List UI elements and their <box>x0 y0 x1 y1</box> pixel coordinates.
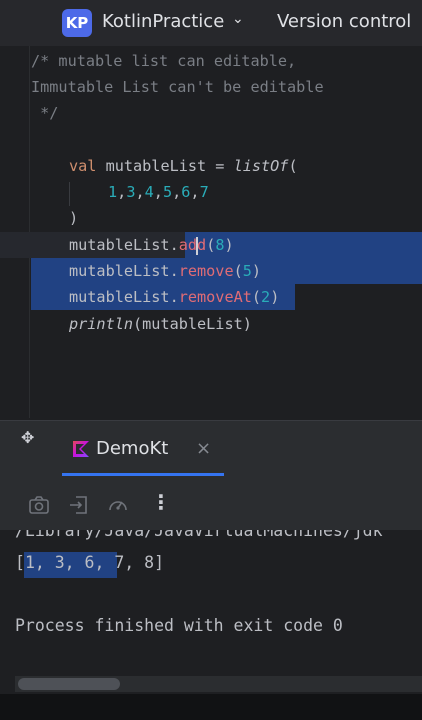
run-toolbar <box>0 478 422 530</box>
keyword-val: val <box>69 157 97 175</box>
scrollbar-thumb[interactable] <box>18 678 120 690</box>
console-output-line: [1, 3, 6, 7, 8] <box>15 553 164 572</box>
version-control-menu[interactable]: Version control <box>277 11 411 32</box>
login-icon[interactable] <box>68 494 90 516</box>
code-comment-line: /* mutable list can editable, <box>31 52 297 70</box>
code-remove-line: mutableList.remove(5) <box>69 262 262 280</box>
function-println: println <box>69 315 134 333</box>
println-argument: (mutableList) <box>133 315 252 333</box>
code-list-values-line: 1,3,4,5,6,7 <box>108 183 209 201</box>
code-println-line: println(mutableList) <box>69 311 252 337</box>
receiver: mutableList. <box>69 236 179 254</box>
console-path-line: /Library/Java/JavaVirtualMachines/jdk <box>15 530 383 540</box>
tab-demokt[interactable]: DemoKt <box>96 438 168 459</box>
number-literal: 2 <box>261 288 271 306</box>
number-literal: 7 <box>199 183 209 201</box>
number-literal: 4 <box>144 183 154 201</box>
number-literal: 1 <box>108 183 118 201</box>
code-comment-line: Immutable List can't be editable <box>31 78 324 96</box>
project-badge[interactable]: KP <box>62 9 92 37</box>
console-output[interactable]: /Library/Java/JavaVirtualMachines/jdk [1… <box>0 530 422 694</box>
project-name[interactable]: KotlinPractice <box>102 11 224 32</box>
move-icon[interactable]: ✥ <box>21 428 34 447</box>
output-text: 7, 8] <box>104 553 165 572</box>
chevron-down-icon[interactable]: ⌄ <box>232 11 244 27</box>
indent-guide <box>69 182 70 206</box>
variable-name: mutableList = <box>96 157 234 175</box>
bracket: [ <box>15 553 25 572</box>
code-comment-line: */ <box>31 104 59 122</box>
code-removeat-line: mutableList.removeAt(2) <box>69 288 280 306</box>
number-literal: 8 <box>215 236 225 254</box>
code-editor[interactable]: /* mutable list can editable, Immutable … <box>0 46 422 420</box>
function-removeat: removeAt <box>178 288 252 306</box>
close-icon[interactable]: × <box>196 438 211 459</box>
kotlin-file-icon <box>73 441 89 457</box>
gauge-icon[interactable] <box>107 494 129 516</box>
number-literal: 3 <box>126 183 136 201</box>
code-add-line: mutableList.add(8) <box>69 236 234 255</box>
console-exit-line: Process finished with exit code 0 <box>15 616 343 635</box>
selected-output-text: 1, 3, 6, <box>24 553 105 572</box>
open-paren: ( <box>288 157 298 175</box>
receiver: mutableList. <box>69 288 179 306</box>
code-declaration-line: val mutableList = listOf( <box>69 153 298 179</box>
function-listof: listOf <box>233 157 289 175</box>
more-options-icon[interactable]: ⋮ <box>151 490 171 514</box>
camera-icon[interactable] <box>28 494 50 516</box>
number-literal: 5 <box>162 183 173 201</box>
number-literal: 6 <box>181 183 191 201</box>
receiver: mutableList. <box>69 262 179 280</box>
function-remove: remove <box>178 262 234 280</box>
status-bar <box>0 694 422 720</box>
number-literal: 5 <box>242 262 252 280</box>
active-tab-indicator <box>62 473 224 476</box>
code-close-paren-line: ) <box>69 209 79 227</box>
